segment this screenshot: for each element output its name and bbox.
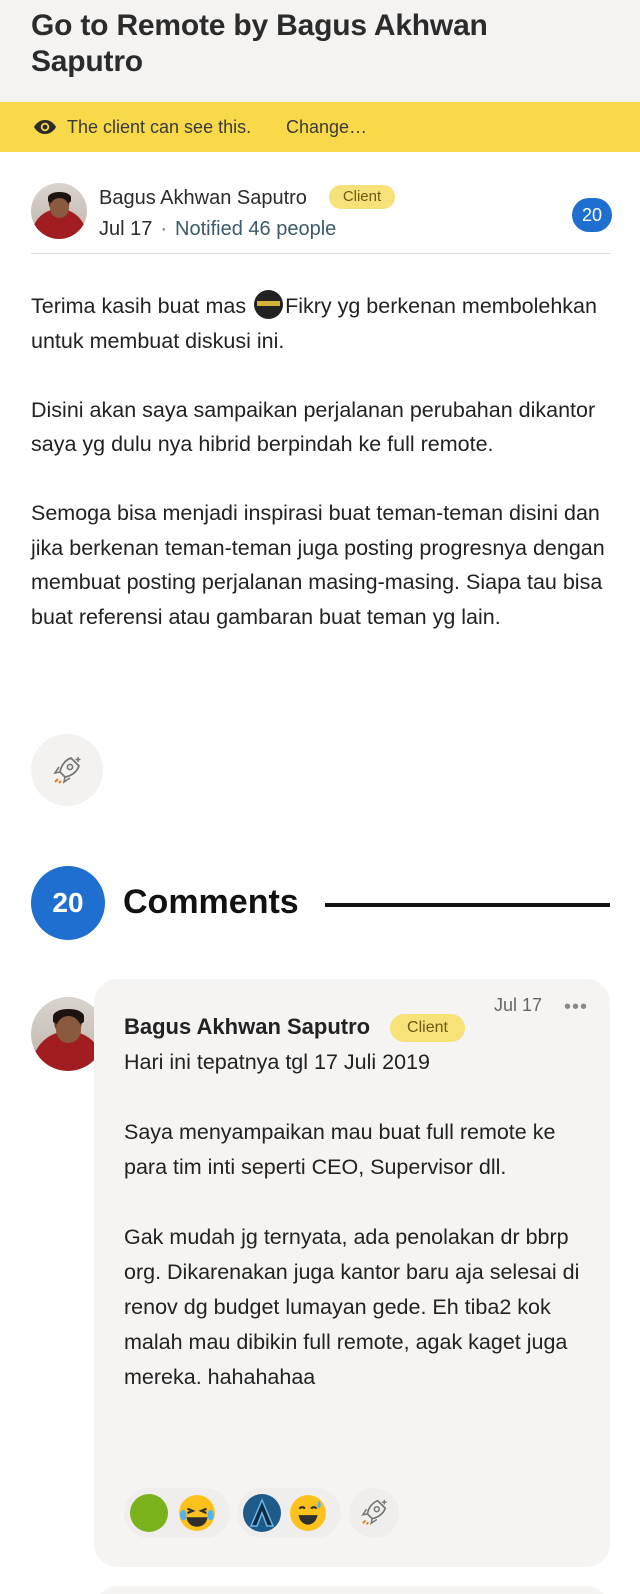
letter-a-mark-icon xyxy=(249,1498,275,1527)
comment-author-client-badge: Client xyxy=(390,1014,465,1042)
post-date[interactable]: Jul 17 xyxy=(99,218,152,240)
comment-paragraph: Saya menyampaikan mau buat full remote k… xyxy=(124,1120,556,1179)
post-notified[interactable]: Notified 46 people xyxy=(175,218,336,240)
comment-author-name[interactable]: Bagus Akhwan Saputro xyxy=(124,1013,370,1041)
comments-rule xyxy=(325,903,610,907)
comments-title: Comments xyxy=(123,883,299,921)
post-paragraph: Semoga bisa menjadi inspirasi buat teman… xyxy=(31,501,605,629)
post-divider xyxy=(31,253,611,254)
comment-paragraph: Gak mudah jg ternyata, ada penolakan dr … xyxy=(124,1225,580,1389)
comment-body: Hari ini tepatnya tgl 17 Juli 2019 Saya … xyxy=(124,1045,594,1430)
sweat-smile-emoji xyxy=(290,1495,326,1531)
page-title: Go to Remote by Bagus Akhwan Saputro xyxy=(31,9,488,78)
comment-paragraph: Hari ini tepatnya tgl 17 Juli 2019 xyxy=(124,1050,430,1074)
post-author-name[interactable]: Bagus Akhwan Saputro xyxy=(99,186,307,210)
post-comment-count-badge[interactable]: 20 xyxy=(572,198,612,232)
rocket-boost-icon xyxy=(361,1499,387,1525)
post-author-client-badge: Client xyxy=(329,185,395,209)
reaction-sweat-smile[interactable] xyxy=(237,1488,341,1538)
meta-separator: · xyxy=(160,218,168,240)
post-author-avatar[interactable] xyxy=(31,183,87,239)
reaction-add-boost[interactable] xyxy=(349,1488,399,1538)
post-paragraph: Disini akan saya sampaikan perjalanan pe… xyxy=(31,397,596,457)
laughing-tears-emoji xyxy=(179,1495,215,1531)
visibility-banner: The client can see this. Change… xyxy=(0,102,640,152)
comment-more-menu[interactable]: ••• xyxy=(564,997,588,1017)
comment-date[interactable]: Jul 17 xyxy=(494,994,542,1016)
visibility-text: The client can see this. xyxy=(67,117,252,137)
reaction-laughing[interactable] xyxy=(124,1488,230,1538)
post-paragraph: Terima kasih buat mas Fikry yg berkenan … xyxy=(31,289,611,358)
boost-button[interactable] xyxy=(31,734,103,806)
post-text: Terima kasih buat mas xyxy=(31,294,253,318)
rocket-boost-icon xyxy=(53,756,81,784)
post-meta: Jul 17 · Notified 46 people xyxy=(99,217,336,241)
post-body: Terima kasih buat mas Fikry yg berkenan … xyxy=(31,289,611,669)
mention-avatar-icon xyxy=(254,290,284,319)
visibility-change-link[interactable]: Change… xyxy=(286,116,367,138)
comments-count-badge: 20 xyxy=(31,866,105,940)
eye-icon xyxy=(34,120,56,134)
page-header: Go to Remote by Bagus Akhwan Saputro xyxy=(0,0,640,102)
next-comment-card xyxy=(94,1586,610,1594)
reactor-avatar-green xyxy=(130,1494,168,1532)
